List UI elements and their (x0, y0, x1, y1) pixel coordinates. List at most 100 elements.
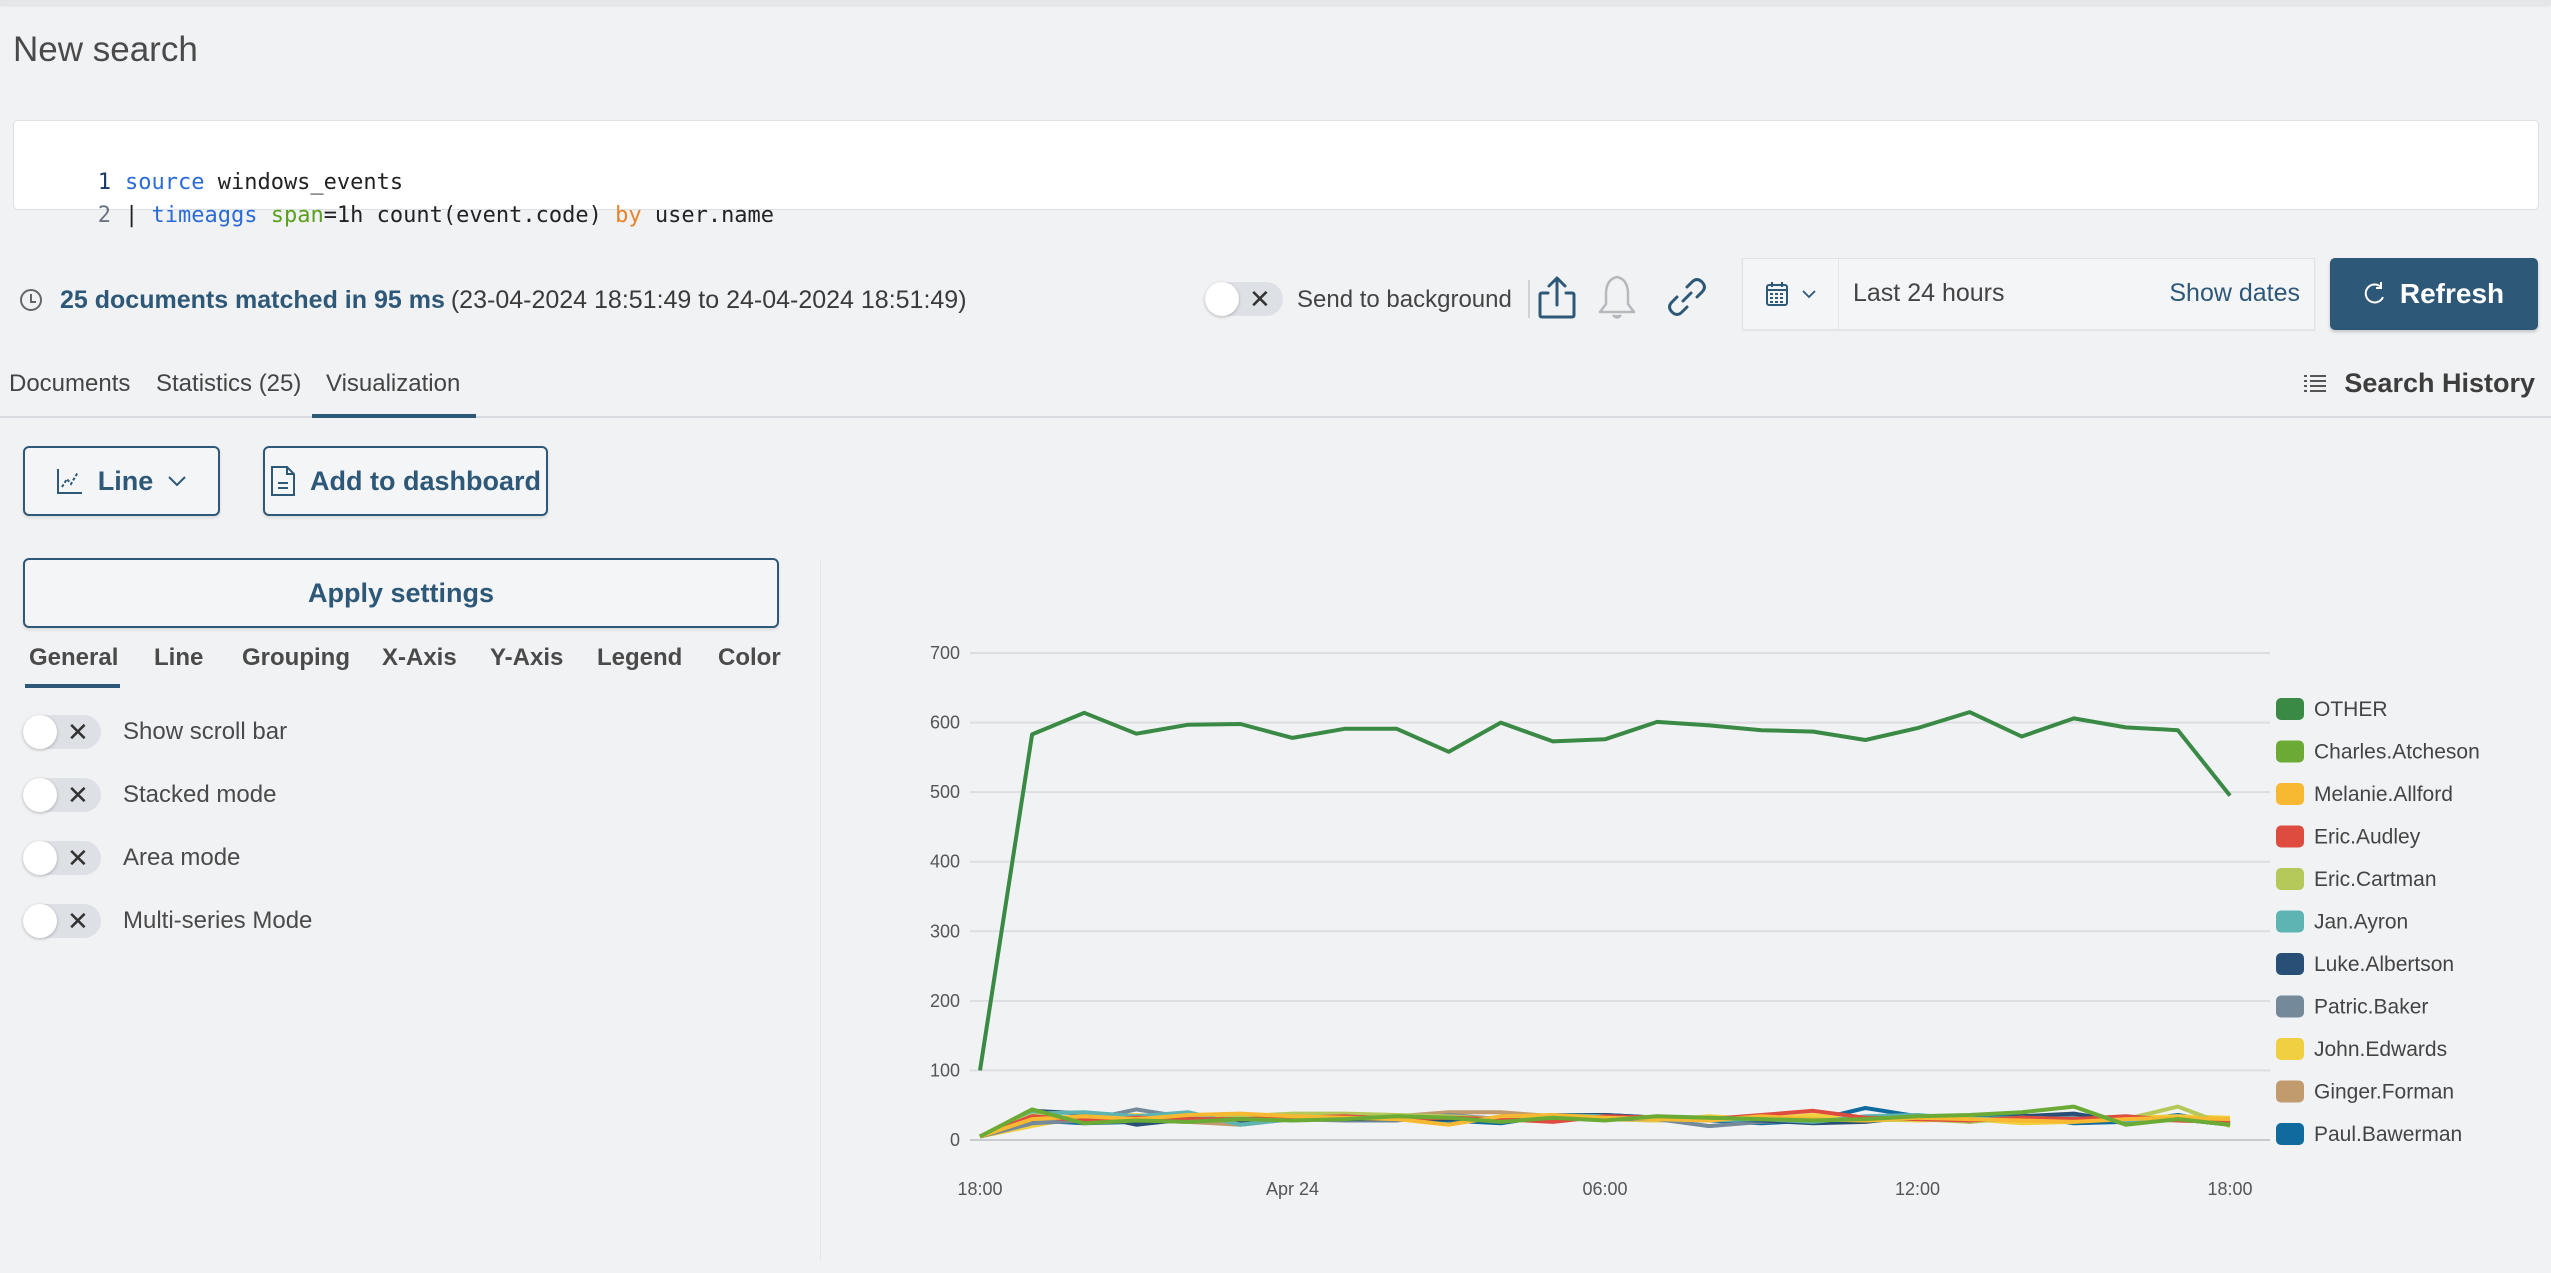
legend-label: Ginger.Forman (2314, 1081, 2454, 1104)
chart-type-dropdown[interactable]: Line (23, 446, 220, 516)
settings-tab-general[interactable]: General (29, 644, 118, 672)
query-token: timeaggs (151, 203, 258, 228)
y-tick-label: 100 (930, 1060, 960, 1080)
legend-swatch (2276, 1038, 2304, 1060)
option-stacked-mode[interactable]: ✕ Stacked mode (23, 778, 276, 812)
x-tick-label: Apr 24 (1266, 1179, 1319, 1199)
match-time-range: (23-04-2024 18:51:49 to 24-04-2024 18:51… (450, 285, 967, 314)
legend-swatch (2276, 953, 2304, 975)
add-to-dashboard-label: Add to dashboard (310, 465, 541, 496)
refresh-label: Refresh (2399, 278, 2505, 309)
legend-swatch (2276, 698, 2304, 720)
chart-gridlines (970, 652, 2270, 1141)
settings-tab-color[interactable]: Color (718, 644, 781, 672)
query-token: | (124, 203, 152, 228)
add-to-dashboard-button[interactable]: Add to dashboard (263, 446, 548, 516)
y-tick-label: 600 (930, 713, 960, 733)
active-tab-indicator (312, 414, 476, 418)
legend-swatch (2276, 1123, 2304, 1145)
match-summary: 25 documents matched in 95 ms (60, 285, 445, 314)
share-icon (1538, 276, 1576, 319)
legend-label: OTHER (2314, 698, 2388, 721)
refresh-button[interactable]: Refresh (2330, 258, 2538, 330)
legend-swatch (2276, 868, 2304, 890)
multi-series-mode-toggle[interactable]: ✕ (23, 904, 101, 938)
area-mode-toggle[interactable]: ✕ (23, 841, 101, 875)
settings-tab-grouping[interactable]: Grouping (242, 644, 350, 672)
series-line-other (978, 710, 2232, 1071)
document-icon (271, 466, 295, 496)
legend-label: Luke.Albertson (2314, 953, 2454, 976)
toolbar-divider (1528, 280, 1530, 318)
chart-series (978, 710, 2232, 1139)
line-chart: 0100200300400500600700 18:00 Apr 24 06:00 1… (930, 643, 2480, 1199)
settings-tab-line[interactable]: Line (154, 644, 203, 672)
close-icon: ✕ (67, 717, 89, 747)
link-icon (1668, 278, 1706, 316)
legend-label: Charles.Atcheson (2314, 741, 2480, 764)
query-token (257, 203, 270, 228)
copy-link-button[interactable] (1662, 272, 1712, 322)
chevron-down-icon (1801, 290, 1816, 299)
time-range-value[interactable]: Last 24 hours (1853, 279, 2005, 308)
tab-visualization[interactable]: Visualization (326, 370, 460, 398)
stacked-mode-toggle[interactable]: ✕ (23, 778, 101, 812)
legend-label: Paul.Bawerman (2314, 1123, 2462, 1146)
quick-select-button[interactable] (1743, 259, 1839, 329)
apply-settings-button[interactable]: Apply settings (23, 558, 779, 628)
send-to-background-label: Send to background (1297, 286, 1512, 313)
legend-swatch (2276, 783, 2304, 805)
chart-x-axis: 18:00 Apr 24 06:00 12:00 18:00 (957, 1179, 2252, 1199)
toggle-knob (1205, 282, 1239, 316)
result-tabs: Documents Statistics (25) Visualization … (0, 360, 2551, 418)
line-number: 1 (97, 170, 111, 195)
x-tick-label: 06:00 (1582, 1179, 1627, 1199)
line-number: 2 (97, 203, 111, 228)
option-label: Show scroll bar (123, 718, 288, 745)
query-editor[interactable]: 1 source windows_events 2 | timeaggs span=… (13, 120, 2539, 228)
query-token: =1h count(event.code) (323, 203, 616, 228)
close-icon: ✕ (67, 780, 89, 810)
legend-label: Patric.Baker (2314, 996, 2428, 1019)
panel-divider (820, 560, 821, 1260)
legend-label: Eric.Audley (2314, 826, 2421, 849)
search-history-button[interactable]: Search History (2304, 368, 2535, 399)
refresh-icon (2364, 282, 2384, 304)
toggle-knob (23, 715, 57, 749)
settings-tab-x-axis[interactable]: X-Axis (382, 644, 457, 672)
y-tick-label: 200 (930, 991, 960, 1011)
alert-button[interactable] (1592, 272, 1642, 322)
settings-tab-legend[interactable]: Legend (597, 644, 682, 672)
tab-statistics[interactable]: Statistics (25) (156, 370, 301, 398)
line-chart-icon (56, 469, 82, 494)
query-token: by (615, 203, 642, 228)
legend-swatch (2276, 910, 2304, 933)
y-tick-label: 0 (950, 1130, 960, 1150)
toggle-knob (23, 841, 57, 875)
show-scroll-bar-toggle[interactable]: ✕ (23, 715, 101, 749)
tab-documents[interactable]: Documents (9, 370, 130, 398)
chart-legend: OTHER Charles.Atcheson Melanie.Allford Eric… (2276, 698, 2480, 1146)
share-button[interactable] (1532, 272, 1582, 322)
x-tick-label: 12:00 (1895, 1179, 1940, 1199)
option-label: Stacked mode (123, 781, 277, 808)
show-dates-link[interactable]: Show dates (2169, 279, 2300, 308)
query-line-1[interactable]: 1 source windows_events (14, 133, 2538, 195)
send-to-background-toggle[interactable]: ✕ (1205, 282, 1283, 316)
list-icon (2304, 374, 2327, 392)
legend-label: Melanie.Allford (2314, 783, 2453, 806)
option-area-mode[interactable]: ✕ Area mode (23, 841, 240, 875)
legend-label: Jan.Ayron (2314, 911, 2408, 934)
toggle-knob (23, 778, 57, 812)
settings-tab-y-axis[interactable]: Y-Axis (490, 644, 563, 672)
legend-swatch (2276, 1080, 2304, 1103)
legend-swatch (2276, 825, 2304, 848)
bell-icon (1598, 275, 1636, 319)
page-title: New search (13, 30, 198, 69)
clock-icon (20, 289, 42, 311)
query-token: windows_events (204, 170, 404, 195)
time-range-picker[interactable]: Last 24 hours Show dates (1742, 258, 2315, 330)
active-settings-tab-indicator (25, 684, 120, 688)
option-multi-series-mode[interactable]: ✕ Multi-series Mode (23, 904, 312, 938)
option-show-scroll-bar[interactable]: ✕ Show scroll bar (23, 715, 287, 749)
